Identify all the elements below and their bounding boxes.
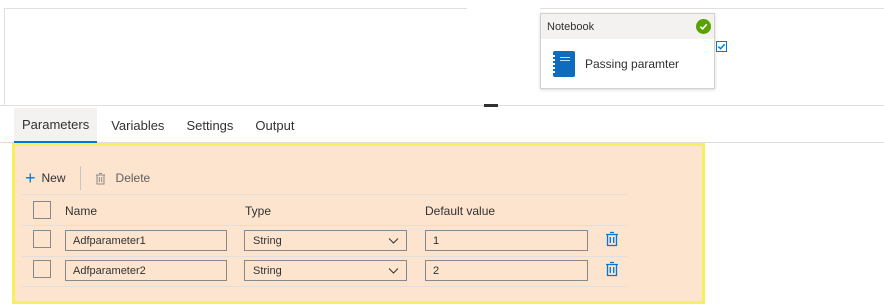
canvas-divider [540, 8, 884, 9]
activity-header: Notebook [541, 14, 714, 39]
activity-name: Passing paramter [585, 57, 680, 71]
delete-row-icon[interactable] [605, 261, 619, 277]
delete-button-label: Delete [115, 171, 151, 185]
pane-resize-handle[interactable] [484, 104, 498, 107]
success-check-icon [696, 19, 711, 34]
row-divider [22, 256, 627, 257]
toolbar-divider [22, 194, 627, 195]
parameters-toolbar: + New Delete [25, 164, 150, 192]
parameter-type-select[interactable]: String [244, 230, 407, 251]
canvas-divider [4, 8, 5, 106]
activity-select-checkbox[interactable] [716, 41, 727, 52]
row-divider [22, 286, 627, 287]
chevron-down-icon [388, 265, 399, 279]
tab-parameters[interactable]: Parameters [14, 108, 98, 143]
parameter-default-input[interactable]: 1 [425, 230, 588, 251]
toolbar-separator [79, 166, 81, 190]
chevron-down-icon [388, 235, 399, 249]
activity-body: Passing paramter [541, 39, 714, 89]
pipeline-canvas[interactable]: Notebook Passing paramter [0, 0, 884, 106]
parameter-default-input[interactable]: 2 [425, 260, 588, 281]
select-all-checkbox[interactable] [33, 201, 51, 219]
parameter-name-input[interactable]: Adfparameter1 [65, 230, 227, 251]
parameter-name-input[interactable]: Adfparameter2 [65, 260, 227, 281]
row-checkbox[interactable] [33, 230, 51, 248]
trash-icon [95, 172, 106, 185]
activity-type-label: Notebook [547, 20, 595, 33]
delete-row-icon[interactable] [605, 231, 619, 247]
parameter-type-select[interactable]: String [244, 260, 407, 281]
header-divider [22, 225, 627, 226]
notebook-icon [551, 51, 575, 77]
canvas-divider [4, 8, 467, 9]
parameter-type-value: String [253, 234, 282, 247]
tab-variables[interactable]: Variables [103, 108, 172, 143]
column-header-name: Name [65, 204, 98, 218]
plus-icon: + [25, 168, 36, 188]
column-header-default-value: Default value [425, 204, 496, 218]
delete-parameter-button[interactable]: Delete [95, 171, 151, 185]
new-button-label: New [41, 171, 66, 185]
tab-settings[interactable]: Settings [178, 108, 241, 143]
tab-output[interactable]: Output [247, 108, 302, 143]
parameters-panel: + New Delete Name Type Default value Adf… [12, 143, 705, 304]
properties-tabs: Parameters Variables Settings Output [14, 108, 308, 143]
new-parameter-button[interactable]: + New [25, 168, 66, 188]
parameter-type-value: String [253, 264, 282, 277]
row-checkbox[interactable] [33, 260, 51, 278]
column-header-type: Type [245, 204, 272, 218]
notebook-activity-card[interactable]: Notebook Passing paramter [540, 13, 715, 89]
